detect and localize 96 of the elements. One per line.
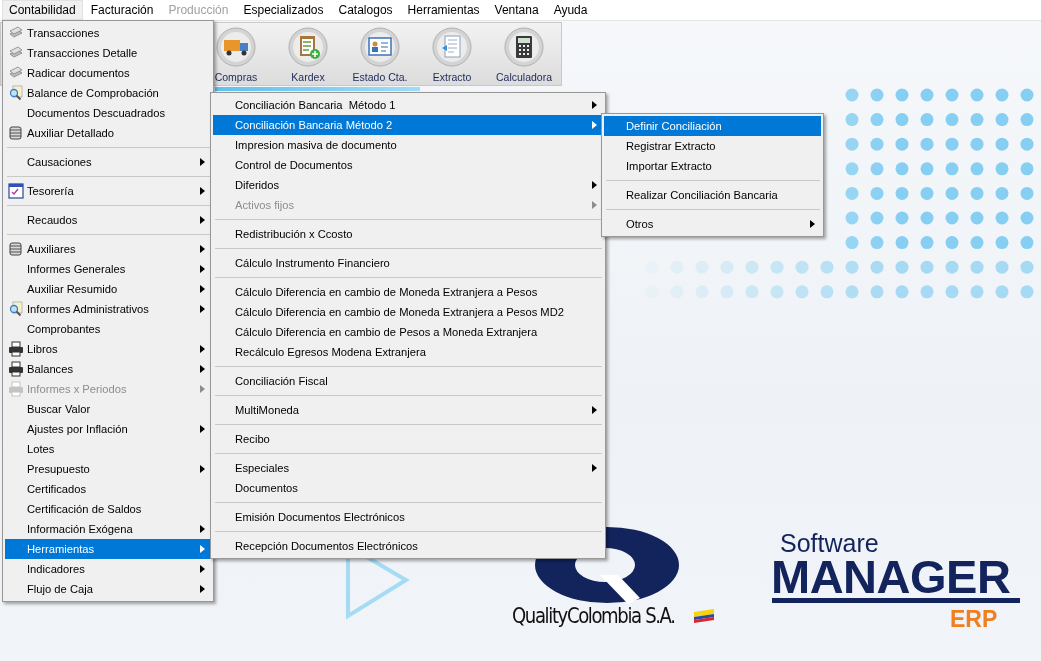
menu-title[interactable]: Herramientas <box>400 0 487 20</box>
menu-item[interactable]: Indicadores <box>5 559 211 579</box>
submenu-arrow-icon <box>592 181 597 189</box>
menu-item[interactable]: Cálculo Diferencia en cambio de Moneda Extranjera a Pesos MD2 <box>213 302 603 322</box>
flag-icon <box>694 609 714 623</box>
menu-item[interactable]: Certificados <box>5 479 211 499</box>
menu-item[interactable]: Información Exógena <box>5 519 211 539</box>
submenu-arrow-icon <box>200 425 205 433</box>
menu-item[interactable]: Documentos Descuadrados <box>5 103 211 123</box>
menu-item[interactable]: Auxiliares <box>5 239 211 259</box>
menu-item[interactable]: Tesorería <box>5 181 211 201</box>
menu-item[interactable]: Recibo <box>213 429 603 449</box>
logo-text: ERP <box>950 606 998 633</box>
menu-item[interactable]: Registrar Extracto <box>604 136 821 156</box>
menu-item[interactable]: Lotes <box>5 439 211 459</box>
menu-item[interactable]: Definir Conciliación <box>604 116 821 136</box>
submenu-arrow-icon <box>592 201 597 209</box>
menu-item[interactable]: Impresion masiva de documento <box>213 135 603 155</box>
company-name: QualityColombia S.A. <box>512 604 675 628</box>
menu-item[interactable]: Control de Documentos <box>213 155 603 175</box>
submenu-arrow-icon <box>200 525 205 533</box>
submenu-arrow-icon <box>810 220 815 228</box>
calculator-icon <box>504 27 544 67</box>
printer-icon <box>8 381 24 397</box>
magnifier-icon <box>8 85 24 101</box>
menu-item[interactable]: Herramientas <box>5 539 211 559</box>
menu-item[interactable]: Recaudos <box>5 210 211 230</box>
form-icon <box>8 183 24 199</box>
submenu-arrow-icon <box>200 265 205 273</box>
menu-item[interactable]: Cálculo Diferencia en cambio de Pesos a Moneda Extranjera <box>213 322 603 342</box>
menu-item[interactable]: Informes Generales <box>5 259 211 279</box>
menu-title[interactable]: Ayuda <box>546 0 595 20</box>
menu-item[interactable]: Emisión Documentos Electrónicos <box>213 507 603 527</box>
menu-item[interactable]: Buscar Valor <box>5 399 211 419</box>
menu-item[interactable]: Conciliación Bancaria Método 1 <box>213 95 603 115</box>
menu-item[interactable]: Ajustes por Inflación <box>5 419 211 439</box>
submenu-arrow-icon <box>592 406 597 414</box>
submenu-arrow-icon <box>592 121 597 129</box>
toolbar-button[interactable]: Estado Cta. <box>344 23 416 85</box>
menu-title[interactable]: Contabilidad <box>2 0 83 20</box>
ledger-icon <box>8 241 24 257</box>
menu-title[interactable]: Especializados <box>236 0 331 20</box>
menu-title[interactable]: Facturación <box>83 0 161 20</box>
toolbar-button[interactable]: Kardex <box>272 23 344 85</box>
document-icon <box>432 27 472 67</box>
menu-title[interactable]: Catalogos <box>331 0 400 20</box>
menu-item[interactable]: Comprobantes <box>5 319 211 339</box>
menu-item[interactable]: Libros <box>5 339 211 359</box>
menu-item[interactable]: Importar Extracto <box>604 156 821 176</box>
menu-item[interactable]: Informes Administrativos <box>5 299 211 319</box>
id-card-icon <box>360 27 400 67</box>
menu-item[interactable]: Recepción Documentos Electrónicos <box>213 536 603 556</box>
menu-item[interactable]: Documentos <box>213 478 603 498</box>
submenu-arrow-icon <box>200 585 205 593</box>
menu-item[interactable]: Flujo de Caja <box>5 579 211 599</box>
submenu-arrow-icon <box>200 187 205 195</box>
submenu-arrow-icon <box>200 216 205 224</box>
menu-item[interactable]: Auxiliar Detallado <box>5 123 211 143</box>
menu-item[interactable]: Presupuesto <box>5 459 211 479</box>
menu-item[interactable]: MultiMoneda <box>213 400 603 420</box>
menu-item[interactable]: Balances <box>5 359 211 379</box>
submenu-arrow-icon <box>200 285 205 293</box>
submenu-arrow-icon <box>200 305 205 313</box>
clipboard-icon <box>288 27 328 67</box>
menu-item[interactable]: Conciliación Fiscal <box>213 371 603 391</box>
submenu-arrow-icon <box>200 345 205 353</box>
ledger-icon <box>8 125 24 141</box>
submenu-arrow-icon <box>200 245 205 253</box>
toolbar-button[interactable]: Calculadora <box>488 23 560 85</box>
menu-item[interactable]: Balance de Comprobación <box>5 83 211 103</box>
submenu-arrow-icon <box>200 465 205 473</box>
menu-item[interactable]: Realizar Conciliación Bancaria <box>604 185 821 205</box>
truck-icon <box>216 27 256 67</box>
submenu-arrow-icon <box>200 565 205 573</box>
menu-item[interactable]: Otros <box>604 214 821 234</box>
menu-item[interactable]: Cálculo Diferencia en cambio de Moneda Extranjera a Pesos <box>213 282 603 302</box>
printer-icon <box>8 361 24 377</box>
menu-item[interactable]: Recálculo Egresos Modena Extranjera <box>213 342 603 362</box>
submenu-arrow-icon <box>200 365 205 373</box>
menu-item[interactable]: Redistribución x Ccosto <box>213 224 603 244</box>
menu-item[interactable]: Auxiliar Resumido <box>5 279 211 299</box>
toolbar-button[interactable]: Extracto <box>416 23 488 85</box>
menu-item[interactable]: Conciliación Bancaria Método 2 <box>213 115 603 135</box>
submenu-arrow-icon <box>592 101 597 109</box>
menu-item[interactable]: Diferidos <box>213 175 603 195</box>
magnifier-icon <box>8 301 24 317</box>
submenu-arrow-icon <box>200 545 205 553</box>
menu-item[interactable]: Causaciones <box>5 152 211 172</box>
printer-icon <box>8 341 24 357</box>
menu-title[interactable]: Ventana <box>487 0 546 20</box>
submenu-arrow-icon <box>200 385 205 393</box>
menu-item[interactable]: Cálculo Instrumento Financiero <box>213 253 603 273</box>
submenu-arrow-icon <box>200 158 205 166</box>
submenu-arrow-icon <box>592 464 597 472</box>
menu-item[interactable]: Especiales <box>213 458 603 478</box>
menu-item[interactable]: Certificación de Saldos <box>5 499 211 519</box>
